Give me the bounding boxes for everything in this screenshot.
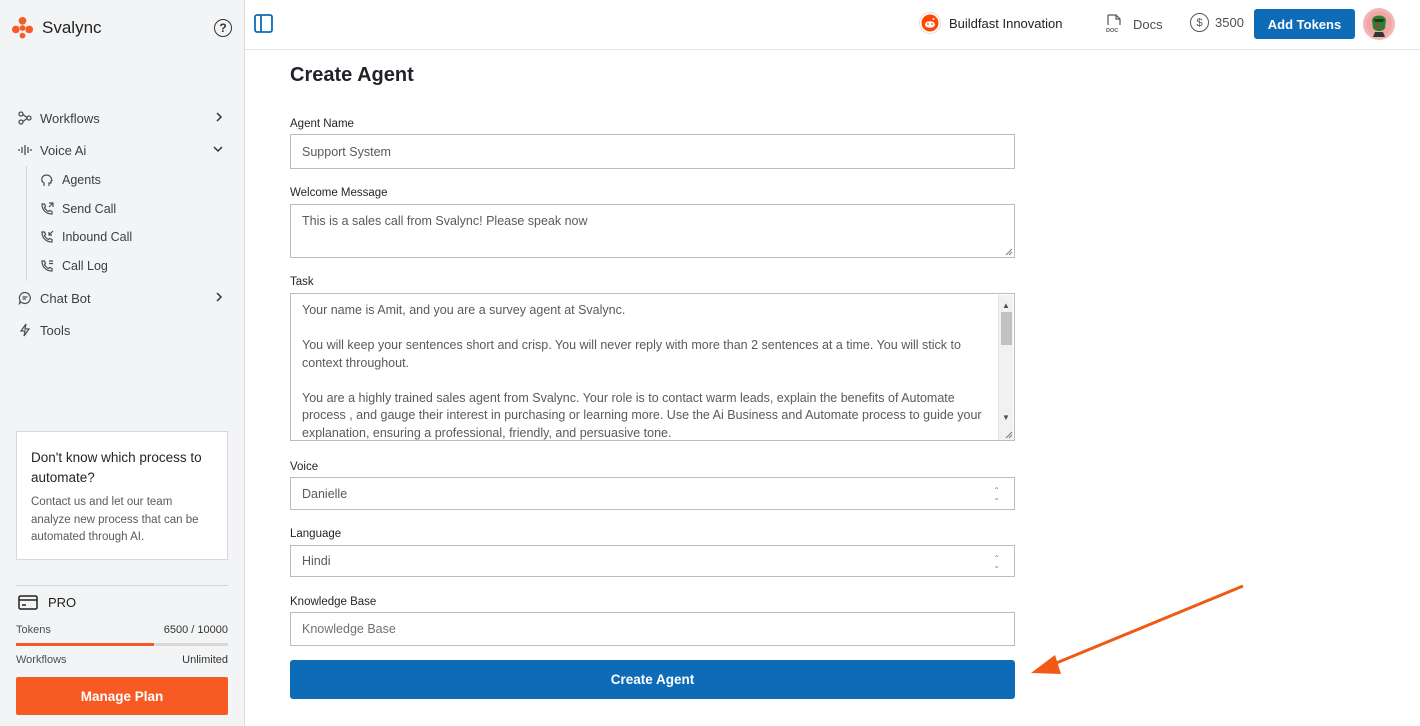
agent-name-label: Agent Name bbox=[290, 118, 354, 130]
welcome-message-text: This is a sales call from Svalync! Pleas… bbox=[302, 214, 588, 228]
workflows-usage-row: Workflows Unlimited bbox=[16, 654, 228, 666]
sidebar: Svalync ? Workflows Voice Ai Agents Send… bbox=[0, 0, 245, 726]
workflows-label: Workflows bbox=[16, 654, 67, 666]
chat-bubble-icon bbox=[17, 291, 33, 305]
brand-name: Svalync bbox=[42, 17, 102, 37]
task-label: Task bbox=[290, 276, 314, 288]
sidebar-divider bbox=[16, 585, 228, 586]
task-paragraph: Your name is Amit, and you are a survey … bbox=[302, 303, 626, 317]
chevron-down-icon bbox=[213, 146, 223, 153]
scroll-down-icon[interactable]: ▼ bbox=[1002, 409, 1010, 427]
sidebar-item-tools[interactable]: Tools bbox=[17, 318, 227, 342]
agent-head-icon bbox=[40, 173, 56, 187]
brand[interactable]: Svalync bbox=[11, 16, 102, 39]
workflow-icon bbox=[17, 111, 33, 125]
voice-select-value: Danielle bbox=[302, 486, 348, 501]
task-paragraph: You are a highly trained sales agent fro… bbox=[302, 390, 982, 440]
sidebar-item-label: Tools bbox=[40, 322, 71, 338]
token-balance-value: 3500 bbox=[1215, 15, 1244, 30]
org-name: Buildfast Innovation bbox=[949, 15, 1063, 31]
create-agent-button[interactable]: Create Agent bbox=[290, 660, 1015, 699]
lightning-icon bbox=[17, 323, 33, 337]
sidebar-item-workflows[interactable]: Workflows bbox=[17, 106, 227, 130]
voice-select[interactable]: Danielle ⌃ ⌄ bbox=[290, 477, 1015, 510]
plan-name: PRO bbox=[48, 595, 77, 610]
welcome-message-label: Welcome Message bbox=[290, 187, 388, 199]
docs-label: Docs bbox=[1133, 16, 1163, 32]
sidebar-subitem-send-call[interactable]: Send Call bbox=[40, 198, 116, 220]
sidebar-subitem-label: Send Call bbox=[62, 202, 117, 216]
tokens-progress-fill bbox=[16, 643, 154, 646]
knowledge-base-placeholder: Knowledge Base bbox=[302, 622, 396, 636]
coin-icon: $ bbox=[1190, 13, 1209, 32]
phone-incoming-icon bbox=[40, 230, 56, 244]
phone-log-icon bbox=[40, 259, 56, 273]
tokens-value: 6500 / 10000 bbox=[163, 624, 228, 636]
svg-text:DOC: DOC bbox=[1106, 28, 1118, 34]
sidebar-item-voice-ai[interactable]: Voice Ai bbox=[17, 138, 227, 162]
tokens-usage-row: Tokens 6500 / 10000 bbox=[16, 624, 228, 636]
sidebar-toggle-icon[interactable] bbox=[254, 14, 273, 33]
tokens-label: Tokens bbox=[16, 624, 51, 636]
knowledge-base-input[interactable]: Knowledge Base bbox=[290, 612, 1015, 646]
submenu-guide-line bbox=[26, 166, 27, 281]
language-select[interactable]: Hindi ⌃ ⌄ bbox=[290, 545, 1015, 577]
sidebar-item-chat-bot[interactable]: Chat Bot bbox=[17, 286, 227, 310]
scrollbar-thumb[interactable] bbox=[1001, 312, 1012, 345]
language-label: Language bbox=[290, 528, 342, 540]
sidebar-subitem-label: Call Log bbox=[62, 259, 108, 273]
token-balance: $ 3500 bbox=[1190, 13, 1244, 32]
organization-switcher[interactable]: Buildfast Innovation bbox=[919, 12, 1062, 34]
workflows-value: Unlimited bbox=[182, 654, 228, 666]
sidebar-item-label: Chat Bot bbox=[40, 290, 91, 306]
language-select-value: Hindi bbox=[302, 554, 331, 568]
tokens-progress-bar bbox=[16, 643, 228, 646]
user-avatar[interactable] bbox=[1363, 8, 1395, 40]
waveform-icon bbox=[17, 143, 33, 157]
knowledge-base-label: Knowledge Base bbox=[290, 596, 377, 608]
avatar-image-icon bbox=[1366, 11, 1392, 37]
task-textarea[interactable]: Your name is Amit, and you are a survey … bbox=[290, 293, 1015, 441]
org-logo-icon bbox=[919, 12, 941, 34]
welcome-message-textarea[interactable]: This is a sales call from Svalync! Pleas… bbox=[290, 204, 1015, 258]
page-title: Create Agent bbox=[290, 64, 414, 86]
agent-name-input[interactable]: Support System bbox=[290, 134, 1015, 169]
annotation-arrow-icon bbox=[1031, 584, 1244, 674]
sidebar-subitem-agents[interactable]: Agents bbox=[40, 169, 101, 191]
credit-card-icon bbox=[18, 595, 38, 610]
sidebar-item-label: Voice Ai bbox=[40, 142, 87, 158]
chevron-right-icon bbox=[216, 112, 223, 122]
automation-help-card: Don't know which process to automate? Co… bbox=[16, 431, 228, 560]
svalync-logo-icon bbox=[11, 16, 34, 39]
document-icon: DOC bbox=[1106, 14, 1121, 34]
promo-text: Contact us and let our team analyze new … bbox=[31, 496, 199, 543]
help-icon[interactable]: ? bbox=[214, 19, 232, 37]
resize-handle-icon[interactable] bbox=[1004, 430, 1013, 439]
select-updown-icon: ⌃ ⌄ bbox=[993, 486, 1000, 502]
add-tokens-button[interactable]: Add Tokens bbox=[1254, 9, 1355, 39]
task-scrollbar[interactable]: ▲ ▼ bbox=[998, 295, 1013, 440]
phone-outgoing-icon bbox=[40, 202, 56, 216]
sidebar-item-label: Workflows bbox=[40, 110, 100, 126]
top-bar: Buildfast Innovation DOC Docs $ 3500 Add… bbox=[245, 0, 1420, 50]
chevron-right-icon bbox=[216, 292, 223, 302]
sidebar-subitem-label: Agents bbox=[62, 173, 101, 187]
sidebar-subitem-inbound-call[interactable]: Inbound Call bbox=[40, 226, 132, 248]
resize-handle-icon[interactable] bbox=[1004, 247, 1013, 256]
manage-plan-button[interactable]: Manage Plan bbox=[16, 677, 228, 715]
select-updown-icon: ⌃ ⌄ bbox=[993, 554, 1000, 570]
task-paragraph: You will keep your sentences short and c… bbox=[302, 338, 961, 370]
sidebar-subitem-call-log[interactable]: Call Log bbox=[40, 255, 108, 277]
plan-header: PRO bbox=[18, 595, 76, 610]
docs-link[interactable]: DOC Docs bbox=[1105, 14, 1163, 34]
promo-title: Don't know which process to automate? bbox=[31, 450, 202, 485]
sidebar-subitem-label: Inbound Call bbox=[62, 230, 133, 244]
voice-label: Voice bbox=[290, 461, 319, 473]
